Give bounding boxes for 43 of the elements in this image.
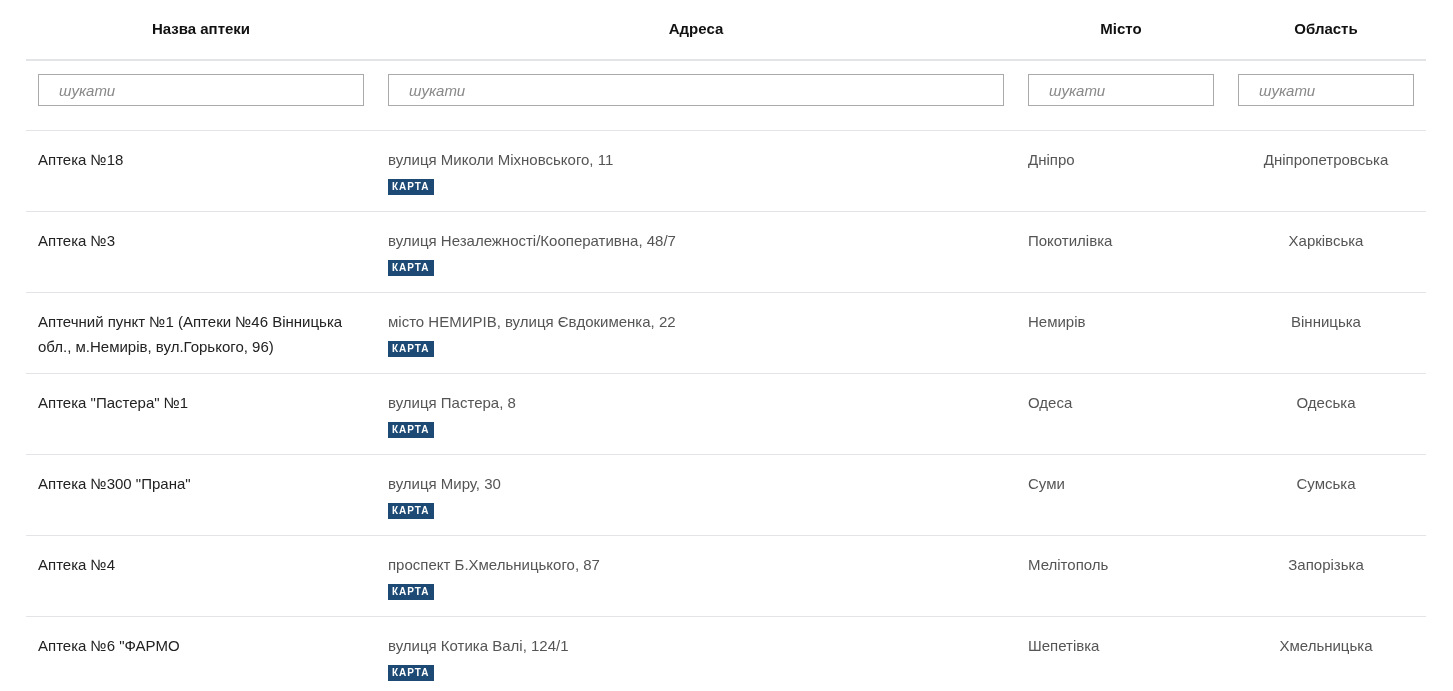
city-text: Мелітополь [1028, 555, 1109, 573]
map-button[interactable]: КАРТА [388, 583, 434, 600]
search-field[interactable]: шукати [1028, 74, 1214, 106]
map-button[interactable]: КАРТА [388, 178, 434, 195]
city-text: Немирів [1028, 312, 1086, 330]
address-text: вулиця Незалежності/Кооперативна, 48/7 [388, 231, 676, 249]
region-text: Хмельницька [1279, 636, 1373, 654]
column-header: Назва аптеки [151, 20, 251, 38]
address-text: вулиця Котика Валі, 124/1 [388, 636, 569, 654]
pharmacy-name: Аптека №3 [38, 231, 115, 249]
address-text: вулиця Пастера, 8 [388, 393, 516, 411]
column-header: Місто [1100, 20, 1142, 38]
pharmacy-name: Аптека №4 [38, 555, 115, 573]
column-header: Адреса [668, 20, 724, 38]
address-text: місто НЕМИРІВ, вулиця Євдокименка, 22 [388, 312, 676, 330]
map-button[interactable]: КАРТА [388, 664, 434, 681]
region-text: Харківська [1288, 231, 1364, 249]
address-text: вулиця Миру, 30 [388, 474, 501, 492]
map-button[interactable]: КАРТА [388, 502, 434, 519]
region-text: Дніпропетровська [1263, 150, 1389, 168]
pharmacy-name: Аптека №300 "Прана" [38, 474, 191, 492]
search-field[interactable]: шукати [388, 74, 1004, 106]
city-text: Одеса [1028, 393, 1073, 411]
pharmacy-name: Аптека "Пастера" №1 [38, 393, 189, 411]
city-text: Дніпро [1028, 150, 1075, 168]
search-field[interactable]: шукати [38, 74, 364, 106]
pharmacy-name: Аптека №6 "ФАРМО [38, 636, 180, 654]
city-text: Покотилівка [1028, 231, 1113, 249]
pharmacy-name: Аптечний пункт №1 (Аптеки №46 Вінницька обл., м.Немирів, вул.Горького, 96) [38, 312, 343, 355]
address-text: вулиця Миколи Міхновського, 11 [388, 150, 614, 168]
address-text: проспект Б.Хмельницького, 87 [388, 555, 600, 573]
map-button[interactable]: КАРТА [388, 421, 434, 438]
map-button[interactable]: КАРТА [388, 259, 434, 276]
region-text: Запорізька [1288, 555, 1364, 573]
city-text: Суми [1028, 474, 1065, 492]
map-button[interactable]: КАРТА [388, 340, 434, 357]
region-text: Одеська [1296, 393, 1356, 411]
region-text: Вінницька [1291, 312, 1361, 330]
pharmacy-name: Аптека №18 [38, 150, 124, 168]
city-text: Шепетівка [1028, 636, 1100, 654]
search-field[interactable]: шукати [1238, 74, 1414, 106]
column-header: Область [1294, 20, 1358, 38]
region-text: Сумська [1296, 474, 1356, 492]
